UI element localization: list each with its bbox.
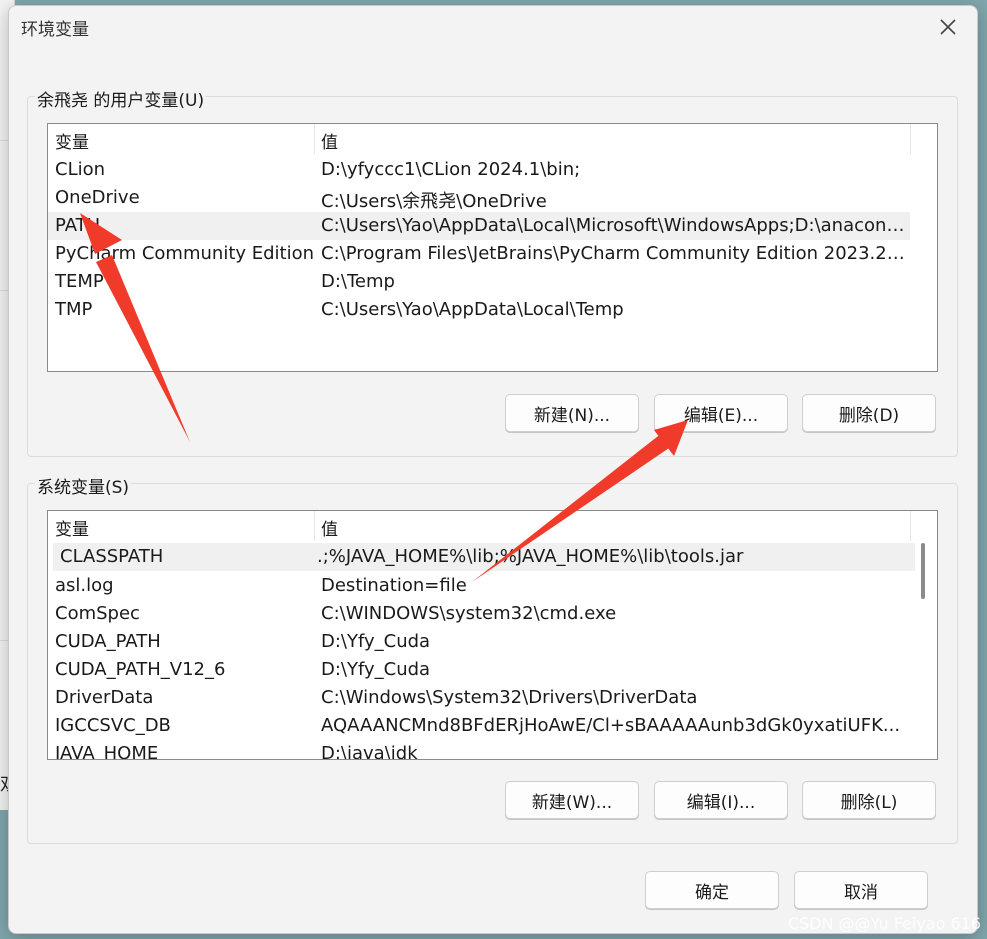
variable-name: IGCCSVC_DB <box>55 715 171 736</box>
variable-value: D:\yfyccc1\CLion 2024.1\bin; <box>321 159 581 180</box>
user-delete-button[interactable]: 删除(D) <box>802 394 936 432</box>
scrollbar-thumb[interactable] <box>921 543 925 599</box>
column-header-value[interactable]: 值 <box>321 515 338 540</box>
table-row[interactable]: JAVA_HOME D:\java\jdk <box>48 740 910 760</box>
ok-button[interactable]: 确定 <box>645 871 779 909</box>
variable-value: D:\Yfy_Cuda <box>321 659 431 680</box>
variable-name: PATH <box>55 215 101 236</box>
column-divider <box>314 124 315 154</box>
column-header-variable[interactable]: 变量 <box>55 515 89 540</box>
column-divider <box>314 511 315 541</box>
table-row[interactable]: TEMP D:\Temp <box>48 268 910 296</box>
table-row[interactable]: CUDA_PATH D:\Yfy_Cuda <box>48 628 910 656</box>
variable-name: OneDrive <box>55 187 140 208</box>
table-row[interactable]: CUDA_PATH_V12_6 D:\Yfy_Cuda <box>48 656 910 684</box>
variable-name: CLASSPATH <box>60 546 164 567</box>
column-header-variable[interactable]: 变量 <box>55 128 89 153</box>
column-divider <box>910 511 911 541</box>
variable-value: C:\Windows\System32\Drivers\DriverData <box>321 687 698 708</box>
variable-value: D:\java\jdk <box>321 743 418 760</box>
table-row-selected[interactable]: PATH C:\Users\Yao\AppData\Local\Microsof… <box>48 212 910 240</box>
environment-variables-dialog: 环境变量 余飛尧 的用户变量(U) 变量 值 CLion D:\yfyccc1\… <box>8 5 978 934</box>
variable-value: C:\Users\Yao\AppData\Local\Temp <box>321 299 624 320</box>
table-row[interactable]: PyCharm Community Edition C:\Program Fil… <box>48 240 910 268</box>
list-header: 变量 值 <box>48 511 937 541</box>
table-row[interactable]: IGCCSVC_DB AQAAANCMnd8BFdERjHoAwE/Cl+sBA… <box>48 712 910 740</box>
variable-name: CUDA_PATH <box>55 631 161 652</box>
system-variables-label: 系统变量(S) <box>35 473 132 498</box>
variable-value: D:\Yfy_Cuda <box>321 631 431 652</box>
user-new-button[interactable]: 新建(N)... <box>505 394 639 432</box>
variable-name: asl.log <box>55 575 114 596</box>
variable-name: JAVA_HOME <box>55 743 159 760</box>
variable-name: TMP <box>55 299 93 320</box>
variable-value: C:\Users\Yao\AppData\Local\Microsoft\Win… <box>321 215 906 236</box>
watermark: CSDN @@Yu Feiyao 616 <box>787 914 981 933</box>
dialog-title: 环境变量 <box>21 20 89 40</box>
close-button[interactable] <box>933 12 963 42</box>
table-row-selected[interactable]: CLASSPATH .;%JAVA_HOME%\lib;%JAVA_HOME%\… <box>53 543 915 571</box>
variable-value: C:\Users\余飛尧\OneDrive <box>321 191 547 212</box>
system-variables-list[interactable]: 变量 值 CLASSPATH .;%JAVA_HOME%\lib;%JAVA_H… <box>47 510 938 760</box>
variable-name: PyCharm Community Edition <box>55 243 315 264</box>
table-row[interactable]: asl.log Destination=file <box>48 572 910 600</box>
variable-value: D:\Temp <box>321 271 395 292</box>
system-delete-button[interactable]: 删除(L) <box>802 781 936 819</box>
variable-value: .;%JAVA_HOME%\lib;%JAVA_HOME%\lib\tools.… <box>317 546 744 567</box>
variable-value: Destination=file <box>321 575 467 596</box>
variable-value: C:\WINDOWS\system32\cmd.exe <box>321 603 617 624</box>
user-variables-list[interactable]: 变量 值 CLion D:\yfyccc1\CLion 2024.1\bin; … <box>47 123 938 372</box>
variable-value: C:\Program Files\JetBrains\PyCharm Commu… <box>321 243 906 264</box>
system-edit-button[interactable]: 编辑(I)... <box>654 781 788 819</box>
table-row[interactable]: ComSpec C:\WINDOWS\system32\cmd.exe <box>48 600 910 628</box>
list-header: 变量 值 <box>48 124 937 154</box>
table-row[interactable]: CLion D:\yfyccc1\CLion 2024.1\bin; <box>48 156 910 184</box>
close-icon <box>940 19 956 35</box>
table-row[interactable]: TMP C:\Users\Yao\AppData\Local\Temp <box>48 296 910 324</box>
variable-name: TEMP <box>55 271 104 292</box>
user-variables-label: 余飛尧 的用户变量(U) <box>35 86 207 111</box>
column-divider <box>910 124 911 154</box>
variable-value: AQAAANCMnd8BFdERjHoAwE/Cl+sBAAAAAunb3dGk… <box>321 715 901 736</box>
variable-name: CUDA_PATH_V12_6 <box>55 659 226 680</box>
table-row[interactable]: DriverData C:\Windows\System32\Drivers\D… <box>48 684 910 712</box>
variable-name: CLion <box>55 159 106 180</box>
user-edit-button[interactable]: 编辑(E)... <box>654 394 788 432</box>
variable-name: DriverData <box>55 687 154 708</box>
variable-name: ComSpec <box>55 603 140 624</box>
column-header-value[interactable]: 值 <box>321 128 338 153</box>
cancel-button[interactable]: 取消 <box>794 871 928 909</box>
table-row[interactable]: OneDrive C:\Users\余飛尧\OneDrive <box>48 184 910 212</box>
system-new-button[interactable]: 新建(W)... <box>505 781 639 819</box>
